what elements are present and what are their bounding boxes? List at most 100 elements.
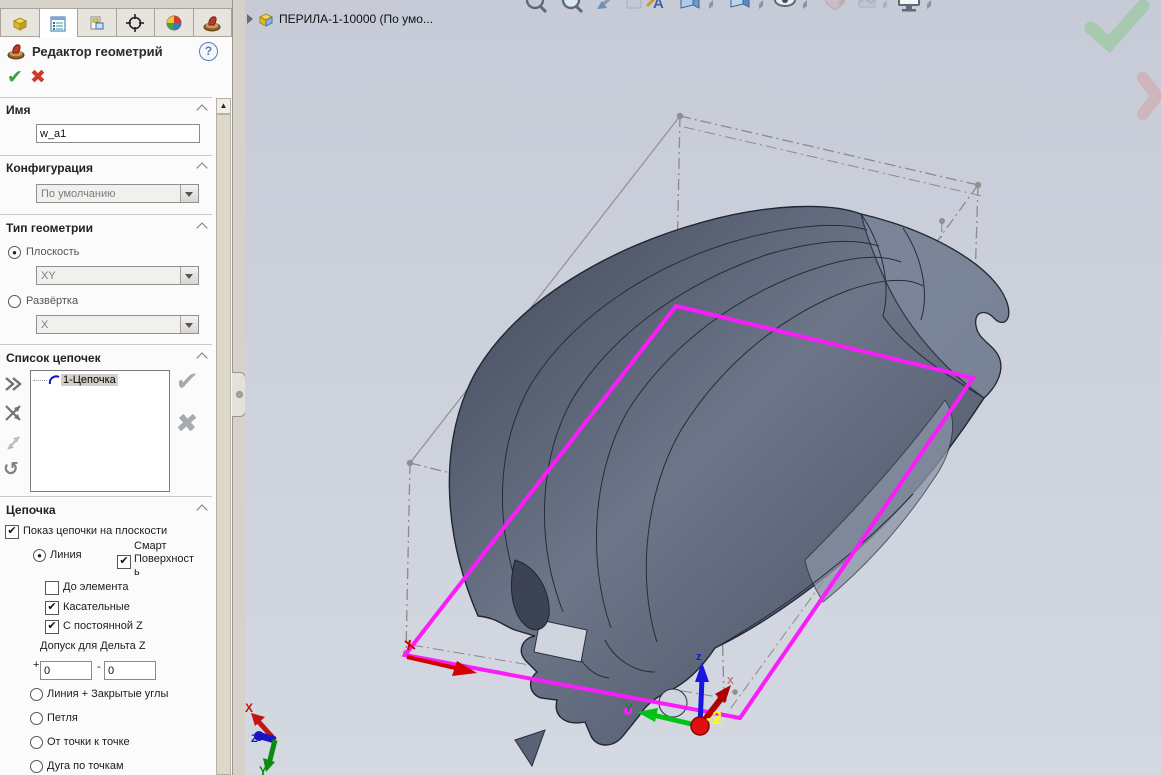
hide-show-items-icon[interactable] [774,0,807,9]
loop-label[interactable]: Петля [47,712,78,724]
to-element-label[interactable]: До элемента [63,581,128,593]
plane-radio[interactable]: ● [8,246,21,259]
configuration-dropdown[interactable]: По умолчанию [36,184,199,203]
origin-coordinate-label: -2 [706,708,722,728]
chain-listbox[interactable]: 1-Цепочка [30,370,170,492]
panel-scrollbar[interactable]: ▲ [216,98,231,775]
manager-tabstrip [0,0,232,38]
scrollbar-thumb[interactable] [216,114,231,775]
tolerance-minus-input[interactable] [104,661,156,680]
line-radio-label[interactable]: Линия [50,549,82,561]
dropdown-arrow-icon[interactable] [180,185,198,202]
ok-button[interactable]: ✔ [7,66,23,89]
tab-configurationmanager[interactable] [77,8,116,36]
tab-displaymanager[interactable] [154,8,193,36]
plane-dropdown[interactable]: XY [36,266,199,285]
line-corners-radio[interactable] [30,688,43,701]
property-manager-panel: Редактор геометрий ? ✔ ✖ Имя Конфигураци… [0,0,233,775]
arc-by-points-label[interactable]: Дуга по точкам [47,760,124,772]
geometry-editor-icon [7,44,25,60]
show-chain-label[interactable]: Показ цепочки на плоскости [23,525,167,537]
display-style-icon[interactable] [730,0,763,9]
line-radio[interactable]: ● [33,549,46,562]
tolerance-label: Допуск для Дельта Z [40,640,146,652]
confirmation-corner [1084,0,1161,120]
apply-chain-icon[interactable]: ✔ [174,366,200,397]
swap-direction-icon[interactable] [3,402,25,424]
dropdown-arrow-icon[interactable] [180,316,198,333]
display-sphere-icon [166,15,182,30]
view-settings-icon[interactable] [898,0,931,12]
section-name-header[interactable]: Имя [6,103,202,117]
unfold-radio[interactable] [8,295,21,308]
tab-dimxpertmanager[interactable] [115,8,154,36]
cancel-button[interactable]: ✖ [30,66,46,89]
zoom-area-icon[interactable] [561,0,584,14]
to-element-checkbox[interactable] [45,581,59,595]
confirm-row: ✔ ✖ [0,64,232,96]
annotation-icon[interactable]: A [645,0,664,12]
tree-item-label[interactable]: ПЕРИЛА-1-10000 (По умо... [279,12,433,26]
plane-radio-label[interactable]: Плоскость [26,246,79,258]
tab-featuremanager[interactable] [0,8,39,36]
smart-surface-checkbox[interactable]: ✔ [117,555,131,569]
previous-view-icon[interactable] [597,0,613,9]
graphics-viewport[interactable]: z Y X -2 X Z Y ПЕРИЛА-1-10000 (По умо...… [245,0,1161,775]
line-corners-label[interactable]: Линия + Закрытые углы [47,688,168,700]
triad-y-label: Y [259,764,267,775]
dropdown-arrow-icon[interactable] [180,267,198,284]
section-chainlist-header[interactable]: Список цепочек [6,351,202,365]
splitter-handle[interactable] [232,372,246,417]
view-orientation-triad: X Z Y [245,701,278,775]
unfold-radio-label[interactable]: Развёртка [26,295,78,307]
arc-by-points-radio[interactable] [30,760,43,773]
edit-appearance-icon[interactable] [824,0,849,11]
solidworks-window: Редактор геометрий ? ✔ ✖ Имя Конфигураци… [0,0,1161,775]
addin-icon [203,15,221,31]
axis-y-label: Y [625,703,633,715]
axis-z-label: z [696,651,702,663]
section-view-icon[interactable] [626,0,642,9]
triad-x-label: X [245,701,253,715]
part-icon [12,16,27,31]
point-to-point-label[interactable]: От точки к точке [47,736,130,748]
tree-expand-icon[interactable] [247,14,253,24]
svg-text:A: A [653,0,664,12]
tangent-checkbox[interactable]: ✔ [45,601,59,615]
zoom-fit-icon[interactable] [525,0,548,14]
tab-geometry-editor-addin[interactable] [192,8,232,36]
tangent-label[interactable]: Касательные [63,601,130,613]
tab-propertymanager[interactable] [38,8,77,38]
unfold-dropdown[interactable]: X [36,315,199,334]
confirm-cancel-icon[interactable] [1137,72,1161,120]
undo-icon[interactable]: ↺ [3,458,25,480]
apply-scene-icon[interactable] [858,0,887,9]
section-geomtype-header[interactable]: Тип геометрии [6,221,202,235]
point-to-point-radio[interactable] [30,736,43,749]
loop-radio[interactable] [30,712,43,725]
const-z-checkbox[interactable]: ✔ [45,620,59,634]
section-chain-header[interactable]: Цепочка [6,503,202,517]
const-z-label[interactable]: С постоянной Z [63,620,143,632]
section-config-header[interactable]: Конфигурация [6,161,202,175]
minus-label: - [97,661,101,673]
list-item[interactable]: 1-Цепочка [33,374,118,386]
help-icon[interactable]: ? [199,42,218,61]
panel-header: Редактор геометрий ? [0,38,232,64]
smart-surface-label[interactable]: Смарт Поверхность [134,540,198,576]
scene: z Y X -2 X Z Y [245,112,1010,775]
name-input[interactable] [36,124,200,143]
propagate-chain-icon[interactable] [3,372,25,394]
show-chain-checkbox[interactable]: ✔ [5,525,19,539]
delete-chain-icon[interactable]: ✖ [174,408,200,439]
scroll-up-icon[interactable]: ▲ [216,98,231,114]
headsup-toolbar: A [525,0,931,14]
panel-title: Редактор геометрий [32,43,163,59]
view-orientation-icon[interactable] [680,0,713,9]
reverse-chain-icon[interactable] [3,432,25,454]
tolerance-plus-input[interactable] [40,661,92,680]
property-list-icon [50,16,66,31]
confirm-ok-icon[interactable] [1084,0,1150,54]
flyout-feature-tree[interactable]: ПЕРИЛА-1-10000 (По умо... [247,10,433,28]
triad-z-label: Z [251,733,258,745]
